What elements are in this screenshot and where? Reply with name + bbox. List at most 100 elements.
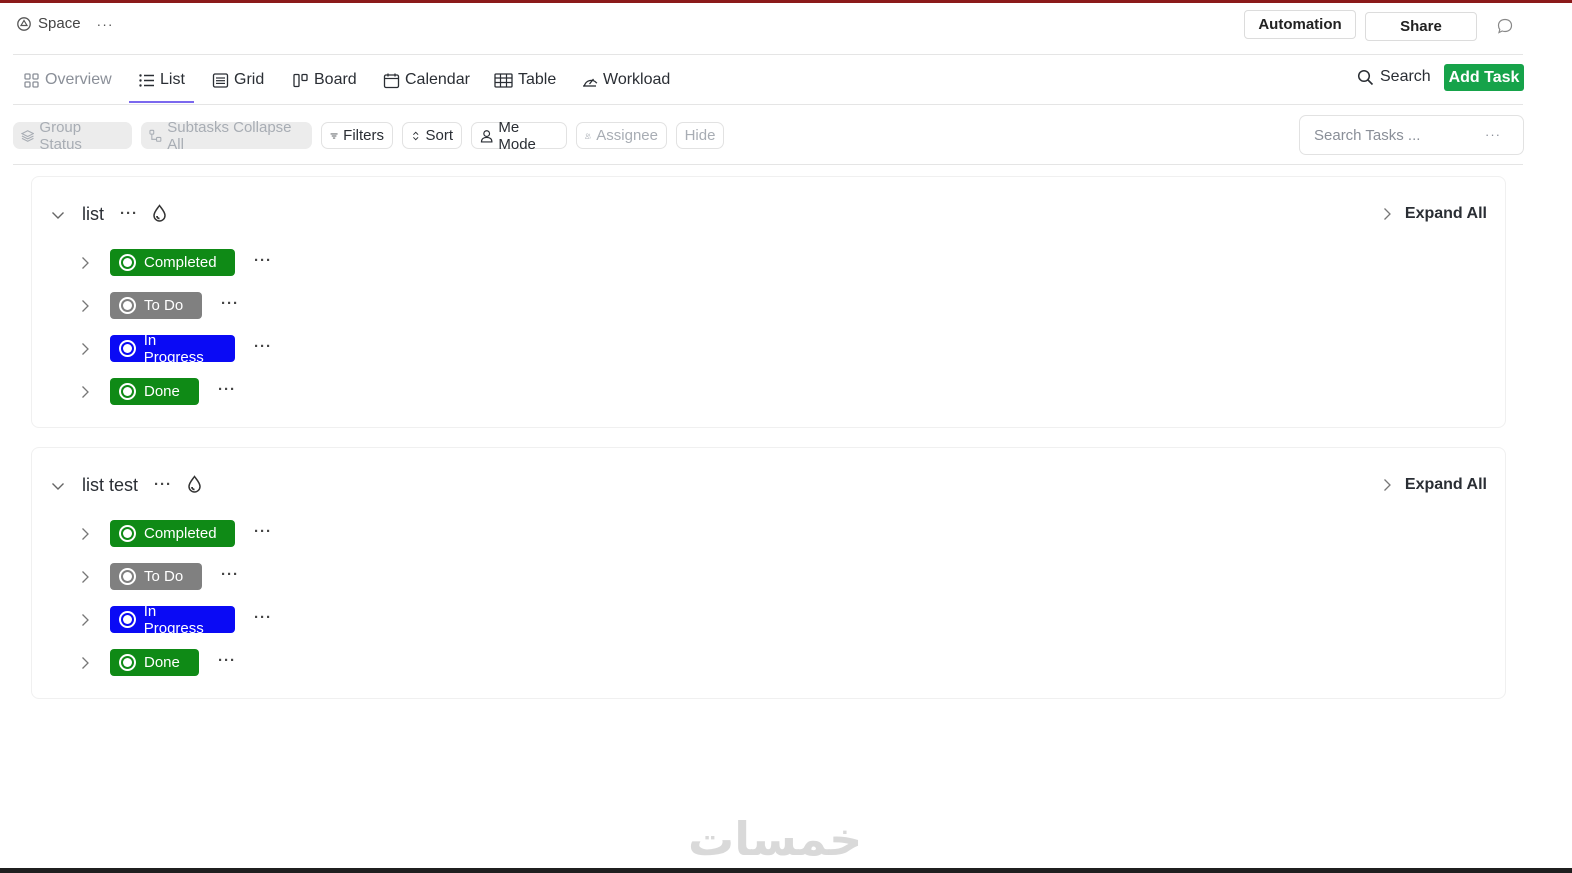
tab-list[interactable]: List	[138, 68, 185, 92]
status-circle-icon	[119, 340, 136, 357]
list-icon	[139, 73, 154, 87]
status-badge-in-progress[interactable]: In Progress	[110, 603, 235, 637]
status-label: Completed	[144, 254, 217, 271]
expand-all-button[interactable]: Expand All	[1381, 476, 1487, 494]
chevron-down-icon[interactable]	[50, 207, 66, 223]
calendar-icon	[383, 73, 400, 88]
add-task-button[interactable]: Add Task	[1444, 64, 1524, 91]
tabs-divider	[13, 104, 1523, 105]
more-icon[interactable]: ···	[218, 381, 236, 398]
more-icon[interactable]: ···	[218, 652, 236, 669]
status-label: In Progress	[143, 602, 204, 637]
filter-icon	[330, 133, 338, 138]
search-icon	[1357, 69, 1374, 85]
list-title[interactable]: list test	[82, 475, 138, 496]
status-group-row: In Progress ···	[32, 332, 432, 366]
me-mode-button[interactable]: Me Mode	[471, 119, 567, 153]
status-circle-icon	[119, 383, 136, 400]
chevron-right-icon[interactable]	[79, 385, 91, 399]
space-breadcrumb[interactable]: Space ···	[16, 15, 114, 32]
more-icon[interactable]: ···	[254, 252, 272, 269]
status-label: To Do	[144, 297, 184, 314]
chevron-right-icon[interactable]	[79, 613, 91, 627]
more-icon[interactable]: ···	[120, 205, 138, 222]
group-status-chip[interactable]: Group Status	[13, 119, 132, 153]
chevron-right-icon[interactable]	[79, 299, 91, 313]
subtasks-label: Subtasks Collapse All	[167, 118, 292, 153]
tab-label: Overview	[45, 71, 112, 88]
list-title[interactable]: list	[82, 204, 104, 225]
status-badge-todo[interactable]: To Do	[110, 292, 202, 319]
chevron-down-icon[interactable]	[50, 478, 66, 494]
tab-board[interactable]: Board	[292, 68, 357, 92]
hide-button[interactable]: Hide	[676, 122, 724, 149]
space-label: Space	[38, 15, 81, 32]
chevron-right-icon[interactable]	[79, 527, 91, 541]
status-label: Done	[144, 383, 180, 400]
subtasks-icon	[149, 129, 162, 142]
status-circle-icon	[119, 654, 136, 671]
tab-grid[interactable]: Grid	[212, 68, 264, 92]
more-icon[interactable]: ···	[221, 566, 239, 583]
expand-all-button[interactable]: Expand All	[1381, 205, 1487, 223]
status-label: Completed	[144, 525, 217, 542]
drop-icon[interactable]	[152, 204, 167, 222]
space-icon	[17, 16, 31, 31]
status-badge-completed[interactable]: Completed	[110, 249, 235, 276]
view-tabs: Overview List Grid Board Calendar Table …	[0, 56, 1572, 104]
active-tab-indicator	[129, 101, 194, 103]
more-icon[interactable]: ···	[254, 338, 272, 355]
tab-label: Grid	[234, 71, 265, 88]
status-circle-icon	[119, 525, 136, 542]
grid-icon	[212, 72, 229, 88]
search-tasks-input[interactable]	[1314, 126, 1474, 144]
chevron-right-icon	[1383, 208, 1391, 220]
more-icon[interactable]: ···	[254, 609, 272, 626]
assignee-button[interactable]: Assignee	[576, 122, 667, 149]
overview-icon	[24, 72, 39, 88]
space-more-icon[interactable]: ···	[97, 16, 114, 32]
sort-label: Sort	[425, 127, 453, 144]
chevron-right-icon[interactable]	[79, 570, 91, 584]
status-badge-done[interactable]: Done	[110, 649, 199, 676]
chevron-right-icon[interactable]	[79, 656, 91, 670]
subtasks-chip[interactable]: Subtasks Collapse All	[141, 119, 312, 153]
drop-icon[interactable]	[187, 475, 202, 493]
sort-button[interactable]: Sort	[402, 122, 462, 149]
table-icon	[494, 72, 513, 88]
more-icon[interactable]: ···	[254, 523, 272, 540]
list-card: list ··· Expand All Completed ··· To Do …	[31, 176, 1506, 428]
chevron-right-icon[interactable]	[79, 256, 91, 270]
tab-label: Workload	[603, 71, 671, 88]
tab-calendar[interactable]: Calendar	[383, 68, 470, 92]
more-icon[interactable]: ···	[154, 476, 172, 493]
status-group-row: Completed ···	[32, 520, 432, 548]
status-circle-icon	[119, 254, 136, 271]
tab-overview[interactable]: Overview	[23, 68, 112, 92]
status-badge-done[interactable]: Done	[110, 378, 199, 405]
tab-label: Table	[518, 71, 557, 88]
share-button[interactable]: Share	[1365, 12, 1477, 41]
search-button[interactable]: Search	[1357, 68, 1431, 86]
list-card: list test ··· Expand All Completed ··· T…	[31, 447, 1506, 699]
tab-workload[interactable]: Workload	[581, 68, 670, 92]
tab-table[interactable]: Table	[494, 68, 556, 92]
expand-all-label: Expand All	[1404, 205, 1487, 222]
status-badge-todo[interactable]: To Do	[110, 563, 202, 590]
automation-button[interactable]: Automation	[1244, 10, 1356, 39]
header-divider	[13, 54, 1523, 55]
status-circle-icon	[119, 568, 136, 585]
more-icon[interactable]: ···	[221, 295, 239, 312]
list-header: list test ··· Expand All	[32, 472, 1505, 502]
filters-button[interactable]: Filters	[321, 122, 393, 149]
more-icon[interactable]: ···	[1485, 127, 1501, 142]
tab-label: List	[160, 71, 185, 88]
list-header: list ··· Expand All	[32, 201, 1505, 231]
group-status-label: Group Status	[39, 118, 82, 153]
status-badge-in-progress[interactable]: In Progress	[110, 332, 235, 366]
search-tasks-box: ···	[1299, 115, 1524, 155]
chat-icon[interactable]	[1496, 17, 1514, 35]
status-group-row: Completed ···	[32, 249, 432, 277]
chevron-right-icon[interactable]	[79, 342, 91, 356]
status-badge-completed[interactable]: Completed	[110, 520, 235, 547]
